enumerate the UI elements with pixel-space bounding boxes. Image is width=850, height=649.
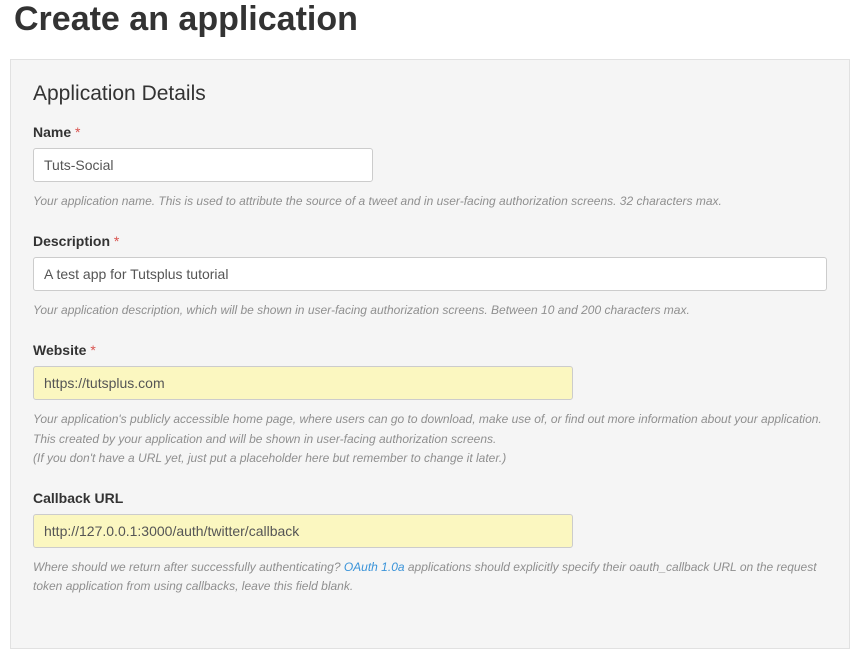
required-indicator: * [75, 124, 80, 140]
website-field-group: Website * Your application's publicly ac… [33, 342, 827, 468]
required-indicator: * [90, 342, 95, 358]
website-label: Website * [33, 342, 827, 358]
callback-url-field-group: Callback URL Where should we return afte… [33, 490, 827, 596]
name-field-group: Name * Your application name. This is us… [33, 124, 827, 211]
website-label-text: Website [33, 342, 86, 358]
callback-url-help-prefix: Where should we return after successfull… [33, 560, 344, 574]
required-indicator: * [114, 233, 119, 249]
application-details-panel: Application Details Name * Your applicat… [10, 59, 850, 649]
name-label-text: Name [33, 124, 71, 140]
website-help-line1: Your application's publicly accessible h… [33, 412, 822, 445]
callback-url-label-text: Callback URL [33, 490, 123, 506]
description-help-text: Your application description, which will… [33, 301, 827, 320]
oauth-link[interactable]: OAuth 1.0a [344, 560, 405, 574]
website-help-line2: (If you don't have a URL yet, just put a… [33, 451, 506, 465]
website-help-text: Your application's publicly accessible h… [33, 410, 827, 468]
description-label: Description * [33, 233, 827, 249]
website-input[interactable] [33, 366, 573, 400]
panel-title: Application Details [33, 82, 827, 106]
name-label: Name * [33, 124, 827, 140]
name-help-text: Your application name. This is used to a… [33, 192, 827, 211]
description-input[interactable] [33, 257, 827, 291]
description-field-group: Description * Your application descripti… [33, 233, 827, 320]
callback-url-label: Callback URL [33, 490, 827, 506]
callback-url-help-text: Where should we return after successfull… [33, 558, 827, 596]
page-title: Create an application [0, 0, 850, 59]
name-input[interactable] [33, 148, 373, 182]
description-label-text: Description [33, 233, 110, 249]
callback-url-input[interactable] [33, 514, 573, 548]
